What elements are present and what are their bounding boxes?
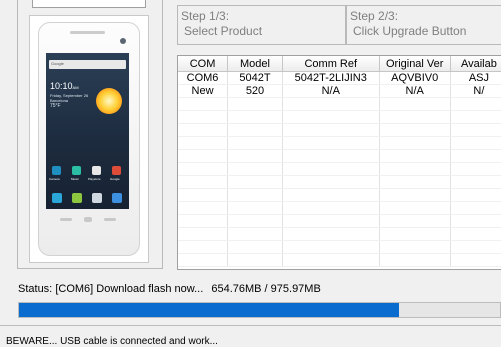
empty-row: [178, 175, 501, 189]
status-message: [COM6] Download flash now...: [55, 283, 204, 295]
footer-notice: BEWARE... USB cable is connected and wor…: [6, 336, 218, 347]
camera-app-icon: [52, 166, 61, 175]
empty-row: [178, 123, 501, 137]
product-selector[interactable]: [32, 0, 146, 8]
cell-available: ASJ: [450, 71, 501, 85]
messaging-app-icon: [112, 193, 122, 203]
table-row[interactable]: COM6 5042T 5042T-2LIJIN3 AQVBIV0 ASJ: [178, 71, 501, 85]
table-row[interactable]: New 520 N/A N/A N/: [178, 84, 501, 98]
empty-row: [178, 149, 501, 163]
empty-row: [178, 97, 501, 111]
apps-grid-icon: [92, 193, 102, 203]
contacts-app-icon: [72, 193, 82, 203]
temperature: 75°F: [50, 103, 61, 109]
dock-label-playstore: Playstore: [88, 177, 101, 181]
cell-original-ver: AQVBIV0: [379, 71, 451, 85]
back-key-icon: [60, 218, 72, 221]
cell-original-ver: N/A: [379, 84, 451, 98]
empty-row: [178, 110, 501, 124]
column-header-available[interactable]: Availab: [450, 56, 501, 72]
cell-available: N/: [450, 84, 501, 98]
clock-suffix: AM: [72, 85, 79, 90]
search-bar-label: Google: [51, 61, 64, 66]
step2-text: Click Upgrade Button: [353, 24, 467, 38]
date: Friday, September 26 Barcelona: [50, 93, 88, 103]
port-list[interactable]: COM Model Comm Ref Original Ver Availab …: [177, 55, 501, 270]
column-header-com[interactable]: COM: [178, 56, 229, 72]
device-screen: Google 10:10AM Friday, September 26 Barc…: [46, 53, 129, 209]
empty-row: [178, 162, 501, 176]
table-header-row: COM Model Comm Ref Original Ver Availab: [178, 56, 501, 72]
status-line: Status: [COM6] Download flash now... 654…: [18, 283, 321, 295]
clock: 10:10AM: [50, 81, 79, 91]
music-app-icon: [72, 166, 81, 175]
dock-label-google: Google: [110, 177, 120, 181]
empty-row: [178, 214, 501, 228]
divider: [0, 325, 501, 326]
weather-icon: [96, 88, 122, 114]
step1-title: Step 1/3:: [181, 9, 230, 23]
status-label: Status:: [18, 283, 53, 295]
empty-row: [178, 253, 501, 267]
dock-label-camera: Camera: [49, 177, 60, 181]
step1-box: Step 1/3: Select Product: [177, 5, 346, 45]
column-header-comm-ref[interactable]: Comm Ref: [282, 56, 380, 72]
empty-row: [178, 188, 501, 202]
cell-model: 5042T: [227, 71, 283, 85]
port-table: COM Model Comm Ref Original Ver Availab …: [178, 56, 501, 267]
column-header-original-ver[interactable]: Original Ver: [379, 56, 451, 72]
dock-label-music: Music: [71, 177, 79, 181]
speaker-icon: [70, 31, 105, 34]
phone-app-icon: [52, 193, 62, 203]
step2-box: Step 2/3: Click Upgrade Button: [346, 5, 501, 45]
cell-comm-ref: N/A: [282, 84, 380, 98]
download-progress-fill: [19, 303, 399, 317]
google-app-icon: [112, 166, 121, 175]
search-bar: Google: [49, 60, 126, 69]
left-margin: [0, 0, 9, 341]
menu-key-icon: [104, 218, 116, 221]
cell-model: 520: [227, 84, 283, 98]
clock-time: 10:10: [50, 81, 73, 91]
cell-comm-ref: 5042T-2LIJIN3: [282, 71, 380, 85]
download-progress-bar: [18, 302, 501, 318]
empty-row: [178, 201, 501, 215]
home-key-icon: [84, 217, 92, 222]
column-header-model[interactable]: Model: [227, 56, 283, 72]
playstore-app-icon: [92, 166, 101, 175]
empty-row: [178, 240, 501, 254]
camera-icon: [120, 38, 126, 44]
empty-row: [178, 227, 501, 241]
empty-row: [178, 136, 501, 150]
step2-title: Step 2/3:: [350, 9, 399, 23]
cell-com: COM6: [178, 71, 229, 85]
cell-com: New: [178, 84, 229, 98]
step1-text: Select Product: [184, 24, 263, 38]
status-transferred: 654.76MB / 975.97MB: [211, 283, 321, 295]
